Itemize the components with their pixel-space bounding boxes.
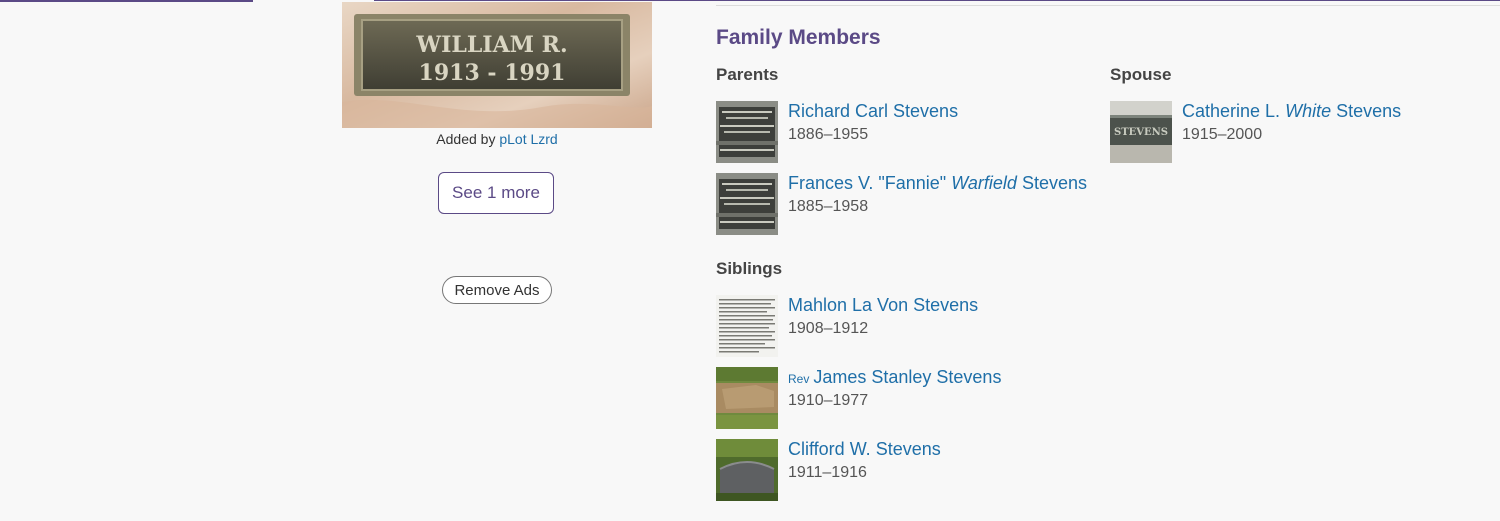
plaque-icon[interactable] (716, 173, 778, 235)
member-name-link[interactable]: Catherine L. White Stevens (1182, 101, 1401, 122)
member-dates: 1915–2000 (1182, 126, 1263, 143)
parents-heading: Parents (716, 65, 779, 84)
memorial-photo[interactable]: WILLIAM R. 1913 - 1991 (342, 2, 652, 128)
member-name-link[interactable]: Mahlon La Von Stevens (788, 295, 978, 316)
marker-icon[interactable]: STEVENS (1110, 101, 1172, 163)
member-surname: Stevens (1021, 173, 1087, 193)
member-name: Richard Carl Stevens (788, 101, 959, 121)
photo-credit: Added by pLot Lzrd (342, 131, 652, 147)
section-divider (716, 5, 1500, 6)
member-maiden-name: White (1285, 101, 1332, 121)
member-dates: 1885–1958 (788, 198, 869, 215)
member-dates: 1910–1977 (788, 392, 869, 409)
plaque-name-text: WILLIAM R. (415, 32, 567, 58)
member-name: James Stanley Stevens (813, 367, 1002, 387)
family-member-parent[interactable]: Frances V. "Fannie" Warfield Stevens 188… (716, 173, 1096, 235)
remove-ads-button[interactable]: Remove Ads (442, 276, 552, 304)
family-member-sibling[interactable]: Clifford W. Stevens 1911–1916 (716, 439, 1096, 501)
member-name-link[interactable]: Richard Carl Stevens (788, 101, 958, 122)
newspaper-icon[interactable] (716, 295, 778, 357)
member-given-name: Catherine L. (1182, 101, 1281, 121)
member-title-prefix: Rev (788, 372, 810, 386)
svg-text:STEVENS: STEVENS (1114, 127, 1168, 138)
member-name-link[interactable]: Frances V. "Fannie" Warfield Stevens (788, 173, 1087, 194)
family-member-sibling[interactable]: Mahlon La Von Stevens 1908–1912 (716, 295, 1096, 357)
plaque-icon[interactable] (716, 101, 778, 163)
member-name: Mahlon La Von Stevens (788, 295, 979, 315)
siblings-heading: Siblings (716, 259, 783, 278)
grass-icon[interactable] (716, 367, 778, 429)
family-members-heading: Family Members (716, 26, 881, 49)
photo-contributor-link[interactable]: pLot Lzrd (499, 131, 557, 147)
family-member-parent[interactable]: Richard Carl Stevens 1886–1955 (716, 101, 1096, 163)
spouse-heading: Spouse (1110, 65, 1172, 84)
added-by-prefix: Added by (436, 131, 496, 147)
member-dates: 1908–1912 (788, 320, 869, 337)
top-divider (374, 0, 1500, 1)
member-surname: Stevens (1336, 101, 1402, 121)
family-member-sibling[interactable]: Rev James Stanley Stevens 1910–1977 (716, 367, 1096, 429)
member-name-link[interactable]: Clifford W. Stevens (788, 439, 941, 460)
headstone-icon[interactable] (716, 439, 778, 501)
member-maiden-name: Warfield (951, 173, 1017, 193)
plaque-dates-text: 1913 - 1991 (419, 60, 566, 86)
member-dates: 1886–1955 (788, 126, 869, 143)
family-member-spouse[interactable]: STEVENS Catherine L. White Stevens 1915–… (1110, 101, 1490, 163)
member-name: Clifford W. Stevens (788, 439, 941, 459)
member-given-name: Frances V. "Fannie" (788, 173, 947, 193)
see-more-photos-button[interactable]: See 1 more (438, 172, 554, 214)
member-name-link[interactable]: Rev James Stanley Stevens (788, 367, 1001, 388)
member-dates: 1911–1916 (788, 464, 867, 481)
top-accent-bar (0, 0, 253, 2)
